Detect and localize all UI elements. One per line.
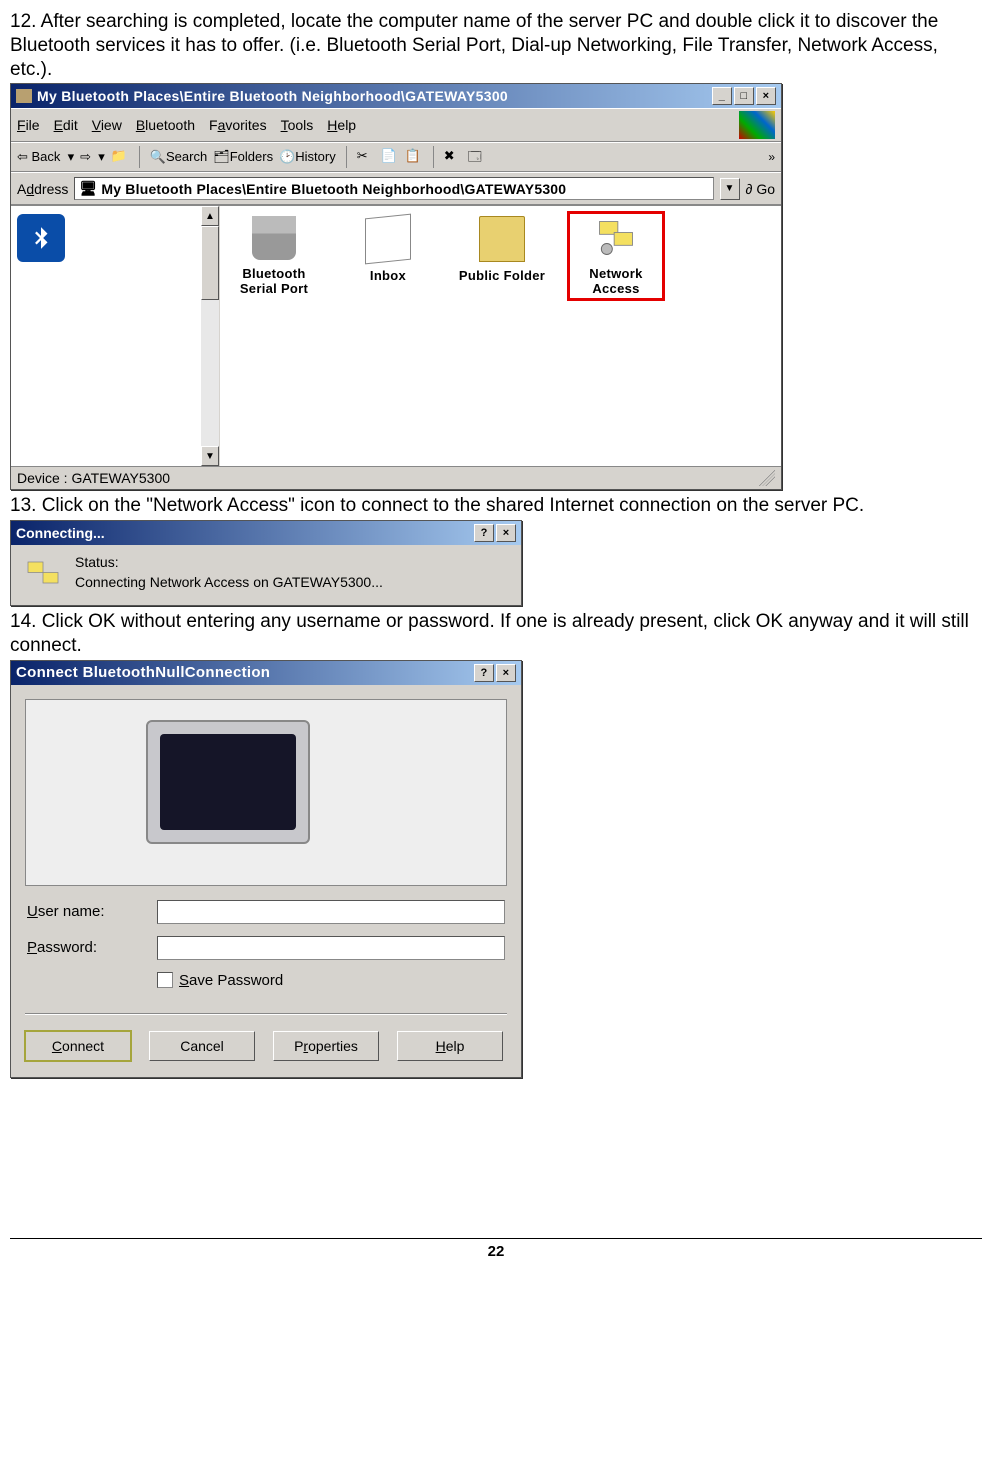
network-access-icon (23, 559, 63, 595)
up-icon[interactable]: 📁 (111, 148, 129, 166)
step13-text: 13. Click on the "Network Access" icon t… (10, 494, 982, 518)
close-button[interactable]: × (756, 87, 776, 105)
properties-icon[interactable]: 🗔 (468, 148, 486, 166)
go-button[interactable]: ∂ Go (746, 181, 776, 197)
folders-button[interactable]: 🗂Folders (213, 149, 273, 165)
search-button[interactable]: 🔍Search (150, 149, 207, 165)
paste-icon[interactable]: 📋 (405, 148, 423, 166)
delete-icon[interactable]: ✖ (444, 148, 462, 166)
dialog-graphic (25, 699, 507, 886)
copy-icon[interactable]: 📄 (381, 148, 399, 166)
public-folder-item[interactable]: Public Folder (458, 216, 546, 283)
content-area: ▲ ▼ Bluetooth Serial Port Inbox Public F… (11, 205, 781, 466)
menu-tools[interactable]: Tools (281, 117, 314, 133)
public-folder-label: Public Folder (458, 268, 546, 283)
menubar: File Edit View Bluetooth Favorites Tools… (11, 108, 781, 142)
scroll-thumb[interactable] (201, 226, 219, 300)
serial-port-label: Bluetooth Serial Port (230, 266, 318, 296)
status-text: Device : GATEWAY5300 (17, 470, 170, 486)
icon-area[interactable]: Bluetooth Serial Port Inbox Public Folde… (220, 206, 781, 466)
back-button[interactable]: ⇦ Back ▾ (17, 149, 74, 165)
menu-view[interactable]: View (92, 117, 122, 133)
step14-text: 14. Click OK without entering any userna… (10, 610, 982, 658)
username-label: User name: (27, 903, 157, 920)
bluetooth-icon (17, 214, 65, 262)
connect-title: Connect BluetoothNullConnection (16, 664, 270, 681)
status-label: Status: (75, 553, 383, 573)
windows-logo-icon (739, 111, 775, 139)
connecting-title: Connecting... (16, 525, 105, 541)
statusbar: Device : GATEWAY5300 (11, 466, 781, 489)
cut-icon[interactable]: ✂ (357, 148, 375, 166)
window-title: My Bluetooth Places\Entire Bluetooth Nei… (37, 88, 508, 104)
menu-help[interactable]: Help (327, 117, 356, 133)
scroll-down-icon[interactable]: ▼ (201, 446, 219, 466)
address-label: Address (17, 181, 68, 197)
cancel-button[interactable]: Cancel (149, 1031, 255, 1061)
sidebar-scrollbar[interactable]: ▲ ▼ (201, 206, 219, 466)
history-button[interactable]: 🕑History (279, 149, 336, 165)
username-input[interactable] (157, 900, 505, 924)
overflow-chevron-icon[interactable]: » (768, 150, 775, 164)
folder-icon (16, 89, 32, 103)
inbox-icon (365, 214, 411, 265)
password-label: Password: (27, 939, 157, 956)
address-dropdown-icon[interactable]: ▼ (720, 178, 740, 200)
titlebar[interactable]: Connecting... ? × (11, 521, 521, 545)
menu-edit[interactable]: Edit (54, 117, 78, 133)
password-input[interactable] (157, 936, 505, 960)
network-access-icon (594, 216, 638, 260)
explorer-window: My Bluetooth Places\Entire Bluetooth Nei… (10, 83, 782, 490)
network-access-item[interactable]: Network Access (572, 216, 660, 296)
forward-button[interactable]: ⇨ ▾ (80, 149, 105, 165)
bt-serial-port-item[interactable]: Bluetooth Serial Port (230, 216, 318, 296)
connect-button[interactable]: Connect (25, 1031, 131, 1061)
save-password-checkbox[interactable] (157, 972, 173, 988)
titlebar[interactable]: Connect BluetoothNullConnection ? × (11, 661, 521, 685)
network-access-label: Network Access (572, 266, 660, 296)
scroll-up-icon[interactable]: ▲ (201, 206, 219, 226)
menu-bluetooth[interactable]: Bluetooth (136, 117, 195, 133)
help-button[interactable]: Help (397, 1031, 503, 1061)
connecting-dialog: Connecting... ? × Status: Connecting Net… (10, 520, 522, 606)
sidebar: ▲ ▼ (11, 206, 220, 466)
serial-port-icon (252, 216, 296, 260)
titlebar[interactable]: My Bluetooth Places\Entire Bluetooth Nei… (11, 84, 781, 108)
page-number: 22 (10, 1238, 982, 1260)
monitor-icon (146, 720, 310, 844)
close-button[interactable]: × (496, 664, 516, 682)
maximize-button[interactable]: □ (734, 87, 754, 105)
folder-icon (479, 216, 525, 262)
properties-button[interactable]: Properties (273, 1031, 379, 1061)
bt-places-icon: 🖥 (79, 180, 97, 197)
address-field[interactable]: 🖥 My Bluetooth Places\Entire Bluetooth N… (74, 177, 713, 200)
status-text: Connecting Network Access on GATEWAY5300… (75, 573, 383, 593)
minimize-button[interactable]: _ (712, 87, 732, 105)
address-value: My Bluetooth Places\Entire Bluetooth Nei… (101, 181, 566, 197)
connect-dialog: Connect BluetoothNullConnection ? × User… (10, 660, 522, 1078)
address-bar: Address 🖥 My Bluetooth Places\Entire Blu… (11, 172, 781, 205)
resize-grip-icon[interactable] (759, 470, 775, 486)
inbox-item[interactable]: Inbox (344, 216, 432, 283)
save-password-label: Save Password (179, 972, 283, 989)
inbox-label: Inbox (344, 268, 432, 283)
menu-favorites[interactable]: Favorites (209, 117, 267, 133)
step12-text: 12. After searching is completed, locate… (10, 10, 982, 81)
help-button[interactable]: ? (474, 664, 494, 682)
close-button[interactable]: × (496, 524, 516, 542)
menu-file[interactable]: File (17, 117, 40, 133)
toolbar: ⇦ Back ▾ ⇨ ▾ 📁 🔍Search 🗂Folders 🕑History… (11, 142, 781, 172)
help-button[interactable]: ? (474, 524, 494, 542)
